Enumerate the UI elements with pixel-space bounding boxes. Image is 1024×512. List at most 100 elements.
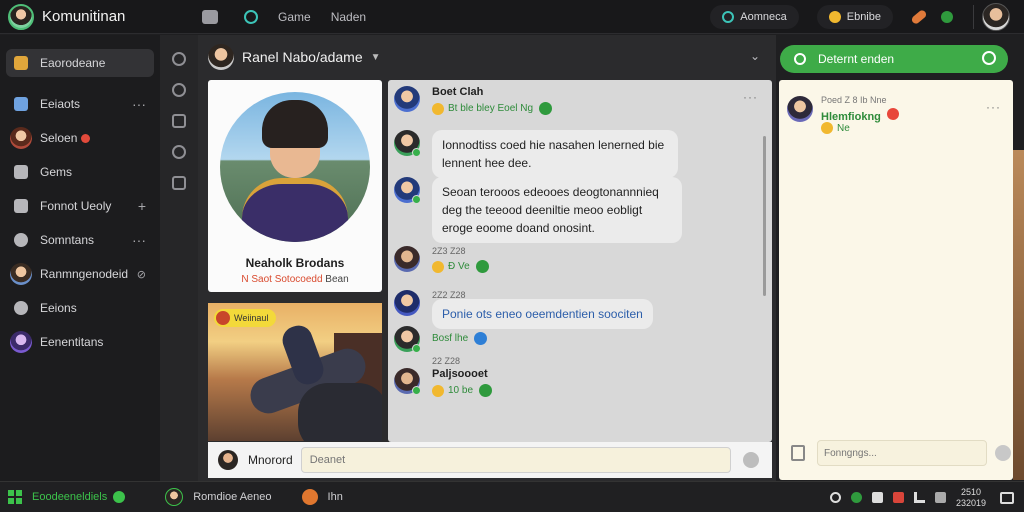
profile-card[interactable]: Neaholk Brodans N Saot Sotocoedd Bean <box>208 80 382 292</box>
message-row: Boet Clah Bt ble bley Eoel Ng <box>394 86 553 115</box>
message-time: 2Z3 Z28 <box>432 246 466 256</box>
game-badge: Weiinaul <box>214 309 277 327</box>
activity-icon[interactable] <box>172 52 186 66</box>
system-tray: 2510 232019 <box>829 482 1024 512</box>
sidebar-item-home[interactable]: Eaorodeane <box>6 49 154 77</box>
top-right-group: Aomneca Ebnibe <box>710 0 1024 34</box>
check-icon <box>539 102 553 115</box>
right-panel-input[interactable] <box>817 440 987 466</box>
app-tray-icon[interactable] <box>892 492 904 503</box>
sender-avatar[interactable] <box>394 130 421 157</box>
globe-icon <box>14 301 28 315</box>
sidebar-item-somntans[interactable]: Somntans ··· <box>6 227 154 253</box>
nav-link-naden[interactable]: Naden <box>331 10 366 24</box>
check-icon <box>475 260 489 273</box>
sidebar-item-chats[interactable]: Eeiaots ··· <box>6 91 154 117</box>
controller-icon <box>14 199 28 213</box>
sidebar-item-fonnot[interactable]: Fonnot Ueoly + <box>6 193 154 219</box>
bandage-icon[interactable] <box>910 8 928 26</box>
sidebar-item-eeions[interactable]: Eeions <box>6 295 154 321</box>
language-icon[interactable] <box>934 492 946 503</box>
notification-icon[interactable] <box>1000 491 1014 504</box>
chat-avatar[interactable] <box>208 44 234 70</box>
scrollbar[interactable] <box>763 136 766 296</box>
battery-icon[interactable] <box>871 492 883 503</box>
message-row: 2Z3 Z28 Ð Ve <box>394 246 489 273</box>
friend-avatar[interactable] <box>787 96 813 122</box>
sidebar-item-gems[interactable]: Gems <box>6 159 154 185</box>
key-icon[interactable] <box>982 51 996 65</box>
start-icon[interactable] <box>8 490 22 504</box>
sidebar-item-seloen[interactable]: Seloen <box>6 125 154 151</box>
collapse-chevron-icon[interactable]: ⌄ <box>750 49 760 63</box>
sender-avatar[interactable] <box>394 177 421 204</box>
chevron-down-icon[interactable]: ▼ <box>371 52 381 63</box>
online-status-icon[interactable] <box>941 11 953 23</box>
sender-name: Paljsoooet <box>432 368 488 380</box>
send-icon[interactable] <box>995 445 1011 461</box>
message-input[interactable] <box>300 447 731 473</box>
status-pill-label: Aomneca <box>740 11 787 23</box>
volume-icon[interactable] <box>913 492 925 503</box>
clock[interactable]: 2510 232019 <box>956 487 986 509</box>
taskbar-app-label[interactable]: Romdioe Aeneo <box>193 491 271 503</box>
block-icon[interactable]: ⊘ <box>137 268 146 281</box>
sidebar-item-label: Eenentitans <box>40 335 104 349</box>
reaction-row: Ð Ve <box>432 260 489 273</box>
sidebar-item-label: Eeions <box>40 301 77 315</box>
taskbar: Eoodeeneldiels Romdioe Aeneo Ihn 2510 23… <box>0 481 1024 512</box>
chat-title[interactable]: Ranel Nabo/adame <box>242 49 363 65</box>
message-row: Seoan terooos edeooes deogtonannnieq deg… <box>394 177 682 243</box>
message-bubble: Seoan terooos edeooes deogtonannnieq deg… <box>432 177 682 243</box>
tools-icon[interactable] <box>172 114 186 128</box>
nav-link-game[interactable]: Game <box>278 10 311 24</box>
game-card[interactable]: Weiinaul <box>208 303 382 441</box>
heart-icon <box>886 108 899 120</box>
emoji-button[interactable] <box>742 452 759 468</box>
sidebar-item-label: Fonnot Ueoly <box>40 199 112 213</box>
message-row: 22 Z28 <box>432 356 460 366</box>
taskbar-app-avatar[interactable] <box>165 488 184 506</box>
taskbar-app2-label[interactable]: Ihn <box>328 491 343 503</box>
library-icon[interactable] <box>172 176 186 190</box>
add-icon[interactable]: + <box>138 198 146 214</box>
right-panel-title: Deternt enden <box>818 52 895 66</box>
status-pill[interactable]: Aomneca <box>710 5 799 29</box>
app-logo-avatar[interactable] <box>8 3 34 30</box>
message-time: 22 Z28 <box>432 356 461 366</box>
security-icon[interactable] <box>850 492 862 503</box>
sidebar-item-eenentitans[interactable]: Eenentitans <box>6 329 154 355</box>
sender-avatar[interactable] <box>394 368 421 395</box>
sidebar-item-label: Somntans <box>40 233 95 247</box>
message-row: Ionnodtiss coed hie nasahen lenerned bie… <box>394 130 678 178</box>
more-icon[interactable]: ··· <box>132 232 146 248</box>
sender-avatar[interactable] <box>394 246 420 272</box>
icon-rail <box>160 35 198 481</box>
search-icon[interactable] <box>172 83 186 97</box>
attach-icon[interactable] <box>791 445 805 461</box>
sender-avatar[interactable] <box>394 86 420 112</box>
more-icon[interactable]: ··· <box>743 90 758 104</box>
taskbar-app-icon[interactable] <box>301 489 318 505</box>
top-bar: Komunitinan Game Naden Aomneca Ebnibe <box>0 0 1024 34</box>
coins-pill-label: Ebnibe <box>846 11 881 23</box>
library-icon[interactable] <box>202 9 218 24</box>
avatar <box>10 263 32 285</box>
taskbar-start-label[interactable]: Eoodeeneldiels <box>32 491 107 503</box>
user-avatar[interactable] <box>982 3 1010 31</box>
friend-status: Ne <box>821 122 850 134</box>
right-panel-header[interactable]: Deternt enden <box>780 45 1008 73</box>
more-icon[interactable]: ··· <box>986 100 1001 114</box>
message-bubble: Ionnodtiss coed hie nasahen lenerned bie… <box>432 130 678 178</box>
message-icon[interactable] <box>172 145 186 159</box>
sender-avatar[interactable] <box>394 326 421 353</box>
sender-avatar[interactable] <box>394 290 420 316</box>
discover-icon[interactable] <box>244 9 258 24</box>
more-icon[interactable]: ··· <box>132 96 146 112</box>
sender-name: Boet Clah <box>432 86 484 98</box>
network-icon[interactable] <box>829 492 841 503</box>
coins-pill[interactable]: Ebnibe <box>816 5 893 29</box>
right-panel: Poed Z 8 Ib Nne Hlemfiokng Ne ··· <box>779 80 1013 480</box>
right-composer <box>779 438 1013 468</box>
sidebar-item-ranmngenodeid[interactable]: Ranmngenodeid ⊘ <box>6 261 154 287</box>
